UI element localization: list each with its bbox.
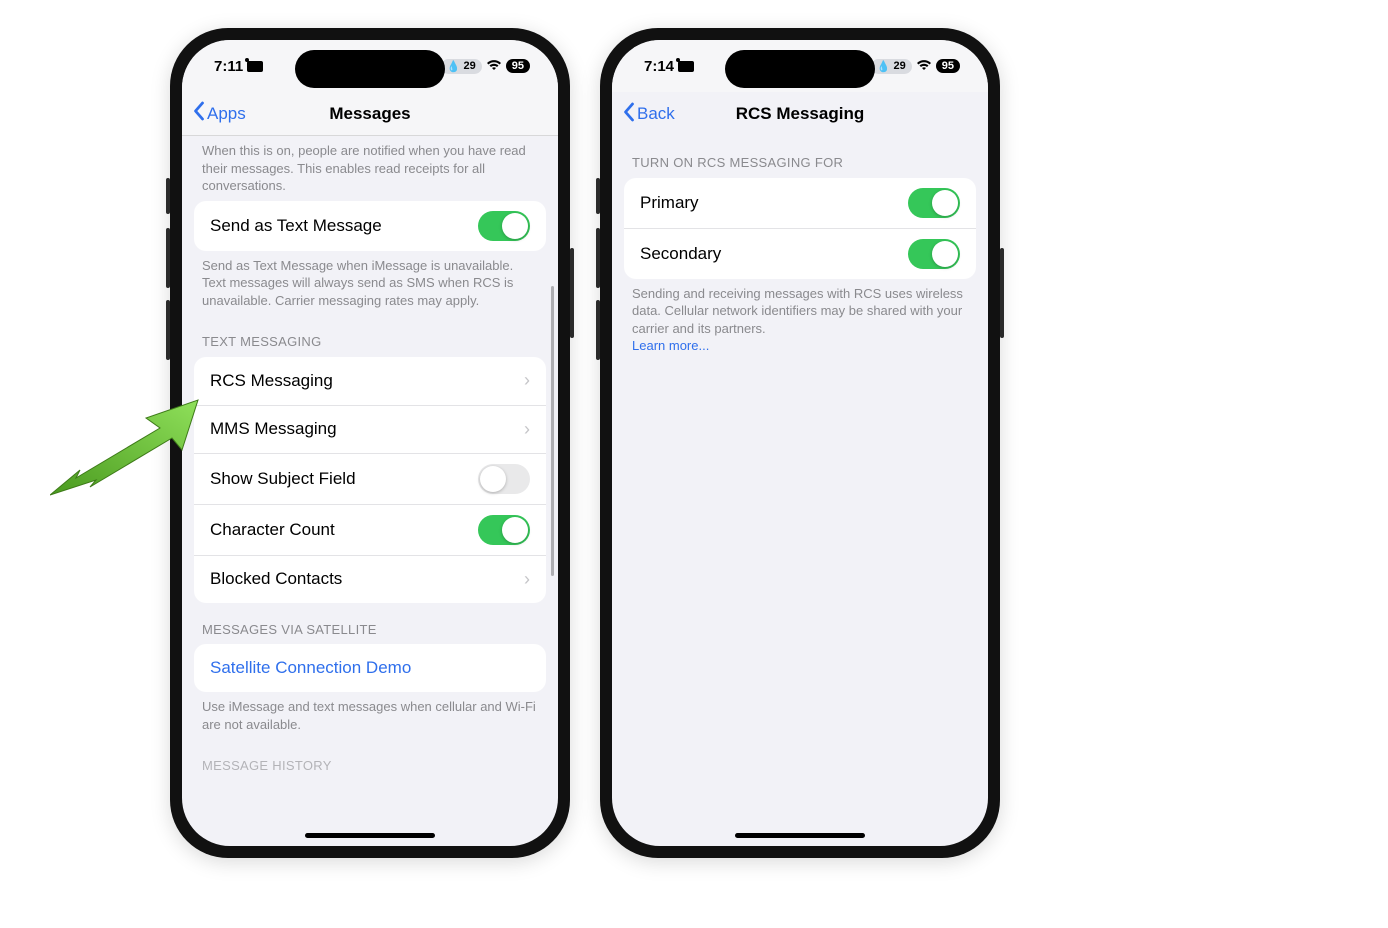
chevron-right-icon: › xyxy=(524,419,530,440)
nav-bar: Back RCS Messaging xyxy=(612,92,988,136)
widget-weather: 💧29 xyxy=(441,59,482,74)
settings-content[interactable]: TURN ON RCS MESSAGING FOR Primary Second… xyxy=(612,136,988,846)
home-indicator[interactable] xyxy=(735,833,865,838)
mms-messaging-row[interactable]: MMS Messaging › xyxy=(194,405,546,453)
show-subject-row[interactable]: Show Subject Field xyxy=(194,453,546,504)
send-as-text-label: Send as Text Message xyxy=(210,216,382,236)
battery-badge: 95 xyxy=(506,59,530,73)
send-as-text-footer: Send as Text Message when iMessage is un… xyxy=(182,251,558,316)
back-label: Back xyxy=(637,104,675,124)
phone-messages: 7:11 ☕ 💧29 95 Apps Messages Whe xyxy=(170,28,570,858)
satellite-footer: Use iMessage and text messages when cell… xyxy=(182,692,558,739)
read-receipts-footer: When this is on, people are notified whe… xyxy=(182,136,558,201)
status-time: 7:14 xyxy=(644,58,674,75)
text-messaging-header: TEXT MESSAGING xyxy=(182,315,558,357)
page-title: RCS Messaging xyxy=(736,104,864,124)
send-as-text-toggle[interactable] xyxy=(478,211,530,241)
blocked-contacts-label: Blocked Contacts xyxy=(210,569,342,589)
status-time: 7:11 xyxy=(214,58,243,75)
rcs-footer: Sending and receiving messages with RCS … xyxy=(612,279,988,361)
rcs-messaging-row[interactable]: RCS Messaging › xyxy=(194,357,546,405)
chevron-right-icon: › xyxy=(524,370,530,391)
home-indicator[interactable] xyxy=(305,833,435,838)
satellite-header: MESSAGES VIA SATELLITE xyxy=(182,603,558,645)
settings-content[interactable]: When this is on, people are notified whe… xyxy=(182,136,558,846)
satellite-demo-row[interactable]: Satellite Connection Demo xyxy=(194,644,546,692)
wifi-icon xyxy=(486,59,502,74)
battery-badge: 95 xyxy=(936,59,960,73)
widget-weather: 💧29 xyxy=(871,59,912,74)
blocked-contacts-row[interactable]: Blocked Contacts › xyxy=(194,555,546,603)
secondary-row[interactable]: Secondary xyxy=(624,228,976,279)
focus-sleep-icon xyxy=(247,61,263,72)
back-label: Apps xyxy=(207,104,246,124)
wifi-icon xyxy=(916,59,932,74)
scrollbar[interactable] xyxy=(551,286,554,576)
secondary-label: Secondary xyxy=(640,244,721,264)
send-as-text-row[interactable]: Send as Text Message xyxy=(194,201,546,251)
show-subject-label: Show Subject Field xyxy=(210,469,356,489)
nav-bar: Apps Messages xyxy=(182,92,558,136)
back-button[interactable]: Apps xyxy=(192,101,246,126)
primary-toggle[interactable] xyxy=(908,188,960,218)
character-count-label: Character Count xyxy=(210,520,335,540)
character-count-toggle[interactable] xyxy=(478,515,530,545)
dynamic-island xyxy=(295,50,445,88)
chevron-left-icon xyxy=(622,102,635,127)
satellite-demo-label: Satellite Connection Demo xyxy=(210,658,411,678)
show-subject-toggle[interactable] xyxy=(478,464,530,494)
chevron-left-icon xyxy=(192,101,205,126)
chevron-right-icon: › xyxy=(524,569,530,590)
focus-sleep-icon xyxy=(678,61,694,72)
message-history-header: MESSAGE HISTORY xyxy=(182,739,558,781)
back-button[interactable]: Back xyxy=(622,102,675,127)
rcs-section-header: TURN ON RCS MESSAGING FOR xyxy=(612,136,988,178)
primary-label: Primary xyxy=(640,193,699,213)
dynamic-island xyxy=(725,50,875,88)
primary-row[interactable]: Primary xyxy=(624,178,976,228)
mms-messaging-label: MMS Messaging xyxy=(210,419,337,439)
page-title: Messages xyxy=(329,104,410,124)
phone-rcs: 7:14 ☕ 💧29 95 Back RCS Messaging xyxy=(600,28,1000,858)
rcs-messaging-label: RCS Messaging xyxy=(210,371,333,391)
learn-more-link[interactable]: Learn more... xyxy=(632,338,709,353)
secondary-toggle[interactable] xyxy=(908,239,960,269)
character-count-row[interactable]: Character Count xyxy=(194,504,546,555)
